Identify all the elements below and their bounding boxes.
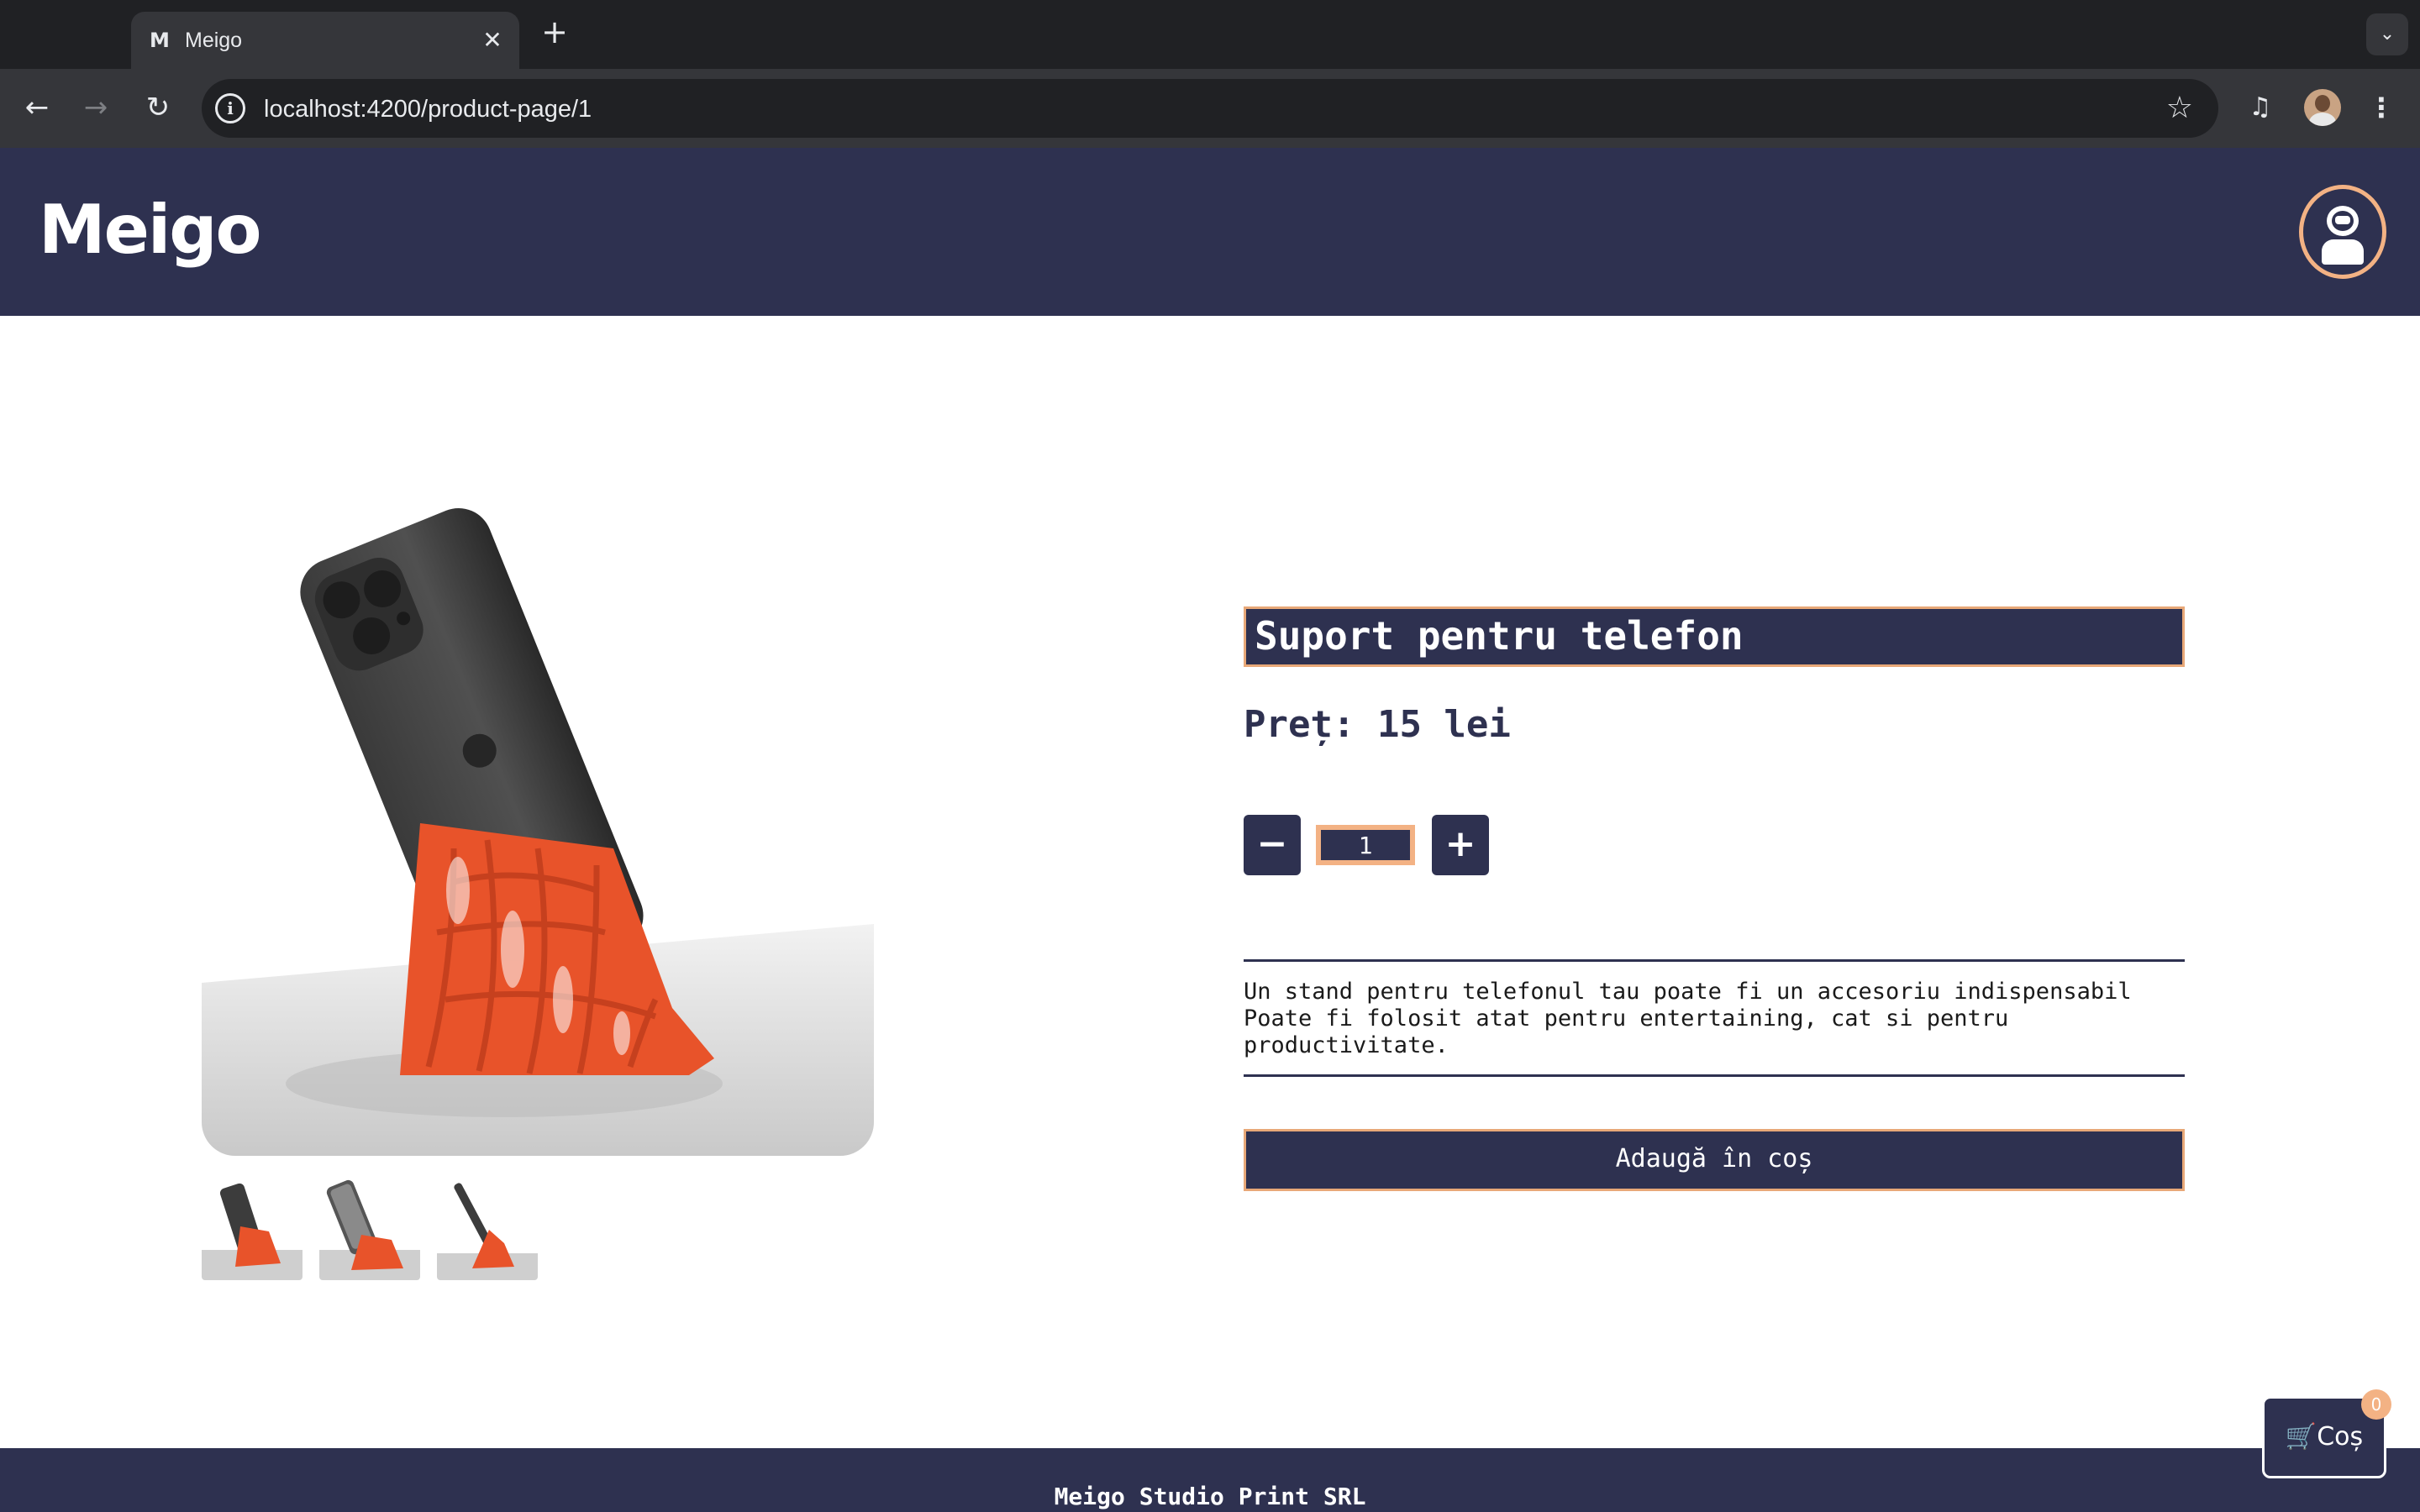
forward-icon[interactable]: → [76, 87, 116, 128]
browser-tab[interactable]: M Meigo ✕ [131, 12, 519, 69]
quantity-input[interactable] [1316, 825, 1415, 865]
cart-label: Coș [2317, 1422, 2364, 1452]
price-value: 15 lei [1376, 703, 1511, 746]
thumbnail-2[interactable] [319, 1176, 420, 1280]
profile-avatar[interactable] [2304, 89, 2341, 126]
description-line-2: Poate fi folosit atat pentru entertainin… [1244, 1005, 2009, 1032]
new-tab-icon[interactable]: + [538, 15, 571, 49]
add-to-cart-button[interactable]: Adaugă în coș [1244, 1129, 2185, 1191]
description-line-3: productivitate. [1244, 1032, 1449, 1058]
product-main-image[interactable] [202, 496, 874, 1156]
price-label: Preț: [1244, 703, 1355, 746]
address-bar[interactable]: i localhost:4200/product-page/1 ☆ [202, 79, 2218, 138]
back-icon[interactable]: ← [17, 87, 57, 128]
site-footer: Meigo Studio Print SRL [0, 1448, 2420, 1512]
astronaut-body [2322, 239, 2364, 265]
astronaut-visor [2335, 216, 2350, 224]
meigo-favicon-icon: M [150, 29, 170, 52]
decrease-quantity-button[interactable]: − [1244, 815, 1301, 875]
increase-quantity-button[interactable]: + [1432, 815, 1489, 875]
browser-toolbar: ← → ↻ i localhost:4200/product-page/1 ☆ … [0, 69, 2420, 148]
footer-company-name: Meigo Studio Print SRL [1054, 1483, 1366, 1510]
site-info-icon[interactable]: i [215, 93, 245, 123]
site-header: Meigo [0, 148, 2420, 316]
thumbnail-3[interactable] [437, 1176, 538, 1280]
browser-tab-bar: M Meigo ✕ + ⌄ [0, 0, 2420, 69]
avatar-head [2315, 95, 2330, 112]
product-title: Suport pentru telefon [1244, 606, 2185, 667]
thumbnail-1[interactable] [202, 1176, 302, 1280]
bookmark-star-icon[interactable]: ☆ [2166, 91, 2193, 126]
kebab-menu-icon[interactable]: ⋮ [2365, 89, 2398, 126]
url-text[interactable]: localhost:4200/product-page/1 [264, 95, 592, 123]
price-row: Preț: 15 lei [1244, 701, 1511, 748]
tab-close-icon[interactable]: ✕ [477, 25, 508, 55]
media-control-icon[interactable]: ♫ [2244, 91, 2277, 124]
description-line-1: Un stand pentru telefonul tau poate fi u… [1244, 979, 2132, 1005]
tab-search-icon[interactable]: ⌄ [2366, 13, 2408, 55]
meigo-logo[interactable]: Meigo [39, 188, 262, 272]
user-account-button[interactable] [2299, 185, 2386, 279]
cart-count-badge: 0 [2361, 1389, 2391, 1420]
reload-icon[interactable]: ↻ [138, 87, 178, 128]
cart-icon: 🛒 [2285, 1422, 2317, 1452]
avatar-body [2309, 113, 2336, 126]
product-description: Un stand pentru telefonul tau poate fi u… [1244, 959, 2185, 1077]
tab-title: Meigo [185, 29, 243, 52]
